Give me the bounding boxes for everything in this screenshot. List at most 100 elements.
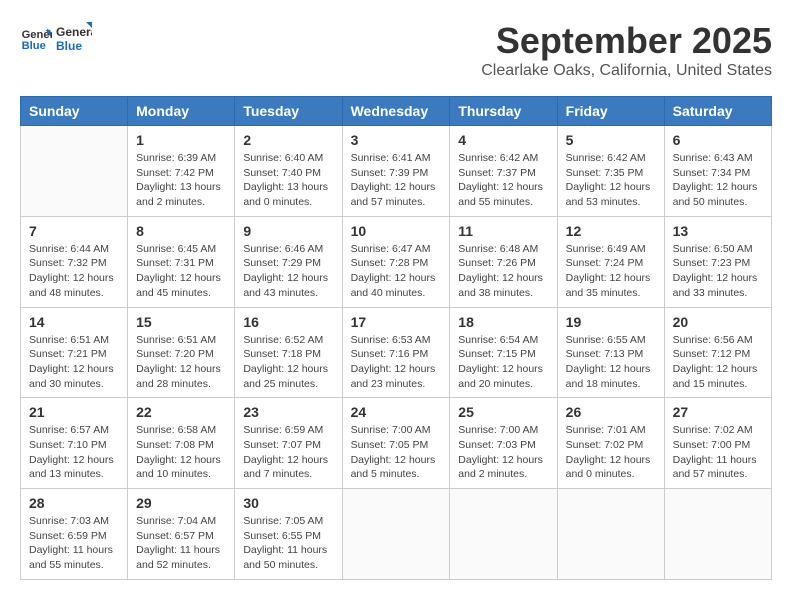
day-info: Sunrise: 6:48 AM Sunset: 7:26 PM Dayligh…	[458, 242, 548, 301]
calendar-cell: 6 Sunrise: 6:43 AM Sunset: 7:34 PM Daylig…	[664, 126, 771, 217]
calendar-cell: 19Sunrise: 6:55 AM Sunset: 7:13 PM Dayli…	[557, 307, 664, 398]
day-number: 11	[458, 223, 548, 239]
day-info: Sunrise: 6:43 AM Sunset: 7:34 PM Dayligh…	[673, 151, 763, 210]
day-info: Sunrise: 7:00 AM Sunset: 7:03 PM Dayligh…	[458, 423, 548, 482]
day-number: 4	[458, 132, 548, 148]
day-info: Sunrise: 7:02 AM Sunset: 7:00 PM Dayligh…	[673, 423, 763, 482]
calendar-table: SundayMondayTuesdayWednesdayThursdayFrid…	[20, 96, 772, 580]
weekday-header-wednesday: Wednesday	[342, 97, 450, 126]
day-number: 22	[136, 404, 226, 420]
svg-text:Blue: Blue	[56, 39, 82, 53]
logo: General Blue General Blue	[20, 20, 92, 56]
day-info: Sunrise: 6:59 AM Sunset: 7:07 PM Dayligh…	[243, 423, 333, 482]
calendar-cell: 10 Sunrise: 6:47 AM Sunset: 7:28 PM Dayli…	[342, 216, 450, 307]
calendar-cell	[664, 489, 771, 580]
day-info: Sunrise: 6:54 AM Sunset: 7:15 PM Dayligh…	[458, 333, 548, 392]
calendar-cell: 4 Sunrise: 6:42 AM Sunset: 7:37 PM Daylig…	[450, 126, 557, 217]
calendar-week-2: 7 Sunrise: 6:44 AM Sunset: 7:32 PM Daylig…	[21, 216, 772, 307]
calendar-cell: 22 Sunrise: 6:58 AM Sunset: 7:08 PM Dayli…	[128, 398, 235, 489]
day-info: Sunrise: 6:42 AM Sunset: 7:35 PM Dayligh…	[566, 151, 656, 210]
day-number: 19	[566, 314, 656, 330]
day-info: Sunrise: 6:50 AM Sunset: 7:23 PM Dayligh…	[673, 242, 763, 301]
calendar-cell	[342, 489, 450, 580]
day-info: Sunrise: 6:44 AM Sunset: 7:32 PM Dayligh…	[29, 242, 119, 301]
calendar-cell: 23 Sunrise: 6:59 AM Sunset: 7:07 PM Dayli…	[235, 398, 342, 489]
calendar-cell	[21, 126, 128, 217]
calendar-cell: 5 Sunrise: 6:42 AM Sunset: 7:35 PM Daylig…	[557, 126, 664, 217]
day-info: Sunrise: 6:56 AM Sunset: 7:12 PM Dayligh…	[673, 333, 763, 392]
calendar-cell: 27 Sunrise: 7:02 AM Sunset: 7:00 PM Dayli…	[664, 398, 771, 489]
day-number: 7	[29, 223, 119, 239]
calendar-week-5: 28 Sunrise: 7:03 AM Sunset: 6:59 PM Dayli…	[21, 489, 772, 580]
day-number: 28	[29, 495, 119, 511]
day-number: 23	[243, 404, 333, 420]
page-header: General Blue General Blue September 2025…	[20, 20, 772, 80]
day-info: Sunrise: 7:01 AM Sunset: 7:02 PM Dayligh…	[566, 423, 656, 482]
day-number: 14	[29, 314, 119, 330]
calendar-cell: 24 Sunrise: 7:00 AM Sunset: 7:05 PM Dayli…	[342, 398, 450, 489]
svg-text:General: General	[56, 25, 92, 39]
calendar-cell: 30 Sunrise: 7:05 AM Sunset: 6:55 PM Dayli…	[235, 489, 342, 580]
day-info: Sunrise: 6:57 AM Sunset: 7:10 PM Dayligh…	[29, 423, 119, 482]
calendar-cell: 20 Sunrise: 6:56 AM Sunset: 7:12 PM Dayli…	[664, 307, 771, 398]
day-number: 10	[351, 223, 442, 239]
calendar-cell: 14 Sunrise: 6:51 AM Sunset: 7:21 PM Dayli…	[21, 307, 128, 398]
calendar-cell: 13Sunrise: 6:50 AM Sunset: 7:23 PM Dayli…	[664, 216, 771, 307]
day-number: 2	[243, 132, 333, 148]
day-number: 24	[351, 404, 442, 420]
day-info: Sunrise: 6:42 AM Sunset: 7:37 PM Dayligh…	[458, 151, 548, 210]
day-number: 12	[566, 223, 656, 239]
month-title: September 2025	[481, 20, 772, 62]
weekday-header-tuesday: Tuesday	[235, 97, 342, 126]
calendar-cell: 2 Sunrise: 6:40 AM Sunset: 7:40 PM Daylig…	[235, 126, 342, 217]
calendar-cell: 3 Sunrise: 6:41 AM Sunset: 7:39 PM Daylig…	[342, 126, 450, 217]
calendar-cell: 9 Sunrise: 6:46 AM Sunset: 7:29 PM Daylig…	[235, 216, 342, 307]
day-info: Sunrise: 6:41 AM Sunset: 7:39 PM Dayligh…	[351, 151, 442, 210]
day-info: Sunrise: 6:47 AM Sunset: 7:28 PM Dayligh…	[351, 242, 442, 301]
day-number: 15	[136, 314, 226, 330]
day-info: Sunrise: 7:00 AM Sunset: 7:05 PM Dayligh…	[351, 423, 442, 482]
day-info: Sunrise: 6:46 AM Sunset: 7:29 PM Dayligh…	[243, 242, 333, 301]
calendar-cell: 7 Sunrise: 6:44 AM Sunset: 7:32 PM Daylig…	[21, 216, 128, 307]
weekday-header-monday: Monday	[128, 97, 235, 126]
calendar-cell: 26Sunrise: 7:01 AM Sunset: 7:02 PM Dayli…	[557, 398, 664, 489]
calendar-cell: 25Sunrise: 7:00 AM Sunset: 7:03 PM Dayli…	[450, 398, 557, 489]
weekday-header-sunday: Sunday	[21, 97, 128, 126]
day-number: 30	[243, 495, 333, 511]
calendar-cell	[557, 489, 664, 580]
calendar-cell: 17Sunrise: 6:53 AM Sunset: 7:16 PM Dayli…	[342, 307, 450, 398]
day-info: Sunrise: 6:58 AM Sunset: 7:08 PM Dayligh…	[136, 423, 226, 482]
day-number: 20	[673, 314, 763, 330]
day-number: 18	[458, 314, 548, 330]
calendar-cell: 16Sunrise: 6:52 AM Sunset: 7:18 PM Dayli…	[235, 307, 342, 398]
title-section: September 2025 Clearlake Oaks, Californi…	[481, 20, 772, 80]
calendar-cell	[450, 489, 557, 580]
calendar-cell: 28 Sunrise: 7:03 AM Sunset: 6:59 PM Dayli…	[21, 489, 128, 580]
day-number: 6	[673, 132, 763, 148]
calendar-cell: 11 Sunrise: 6:48 AM Sunset: 7:26 PM Dayli…	[450, 216, 557, 307]
calendar-cell: 29Sunrise: 7:04 AM Sunset: 6:57 PM Dayli…	[128, 489, 235, 580]
day-info: Sunrise: 6:39 AM Sunset: 7:42 PM Dayligh…	[136, 151, 226, 210]
day-number: 1	[136, 132, 226, 148]
calendar-week-3: 14 Sunrise: 6:51 AM Sunset: 7:21 PM Dayli…	[21, 307, 772, 398]
day-number: 3	[351, 132, 442, 148]
calendar-cell: 15Sunrise: 6:51 AM Sunset: 7:20 PM Dayli…	[128, 307, 235, 398]
day-number: 9	[243, 223, 333, 239]
calendar-cell: 1 Sunrise: 6:39 AM Sunset: 7:42 PM Daylig…	[128, 126, 235, 217]
day-info: Sunrise: 6:45 AM Sunset: 7:31 PM Dayligh…	[136, 242, 226, 301]
calendar-cell: 8 Sunrise: 6:45 AM Sunset: 7:31 PM Daylig…	[128, 216, 235, 307]
day-number: 5	[566, 132, 656, 148]
day-info: Sunrise: 6:51 AM Sunset: 7:21 PM Dayligh…	[29, 333, 119, 392]
day-info: Sunrise: 6:40 AM Sunset: 7:40 PM Dayligh…	[243, 151, 333, 210]
calendar-cell: 18 Sunrise: 6:54 AM Sunset: 7:15 PM Dayli…	[450, 307, 557, 398]
day-info: Sunrise: 6:49 AM Sunset: 7:24 PM Dayligh…	[566, 242, 656, 301]
day-number: 8	[136, 223, 226, 239]
svg-text:Blue: Blue	[22, 40, 46, 52]
calendar-week-1: 1 Sunrise: 6:39 AM Sunset: 7:42 PM Daylig…	[21, 126, 772, 217]
day-info: Sunrise: 7:05 AM Sunset: 6:55 PM Dayligh…	[243, 514, 333, 573]
day-number: 21	[29, 404, 119, 420]
day-number: 29	[136, 495, 226, 511]
day-number: 27	[673, 404, 763, 420]
day-info: Sunrise: 7:03 AM Sunset: 6:59 PM Dayligh…	[29, 514, 119, 573]
weekday-header-friday: Friday	[557, 97, 664, 126]
